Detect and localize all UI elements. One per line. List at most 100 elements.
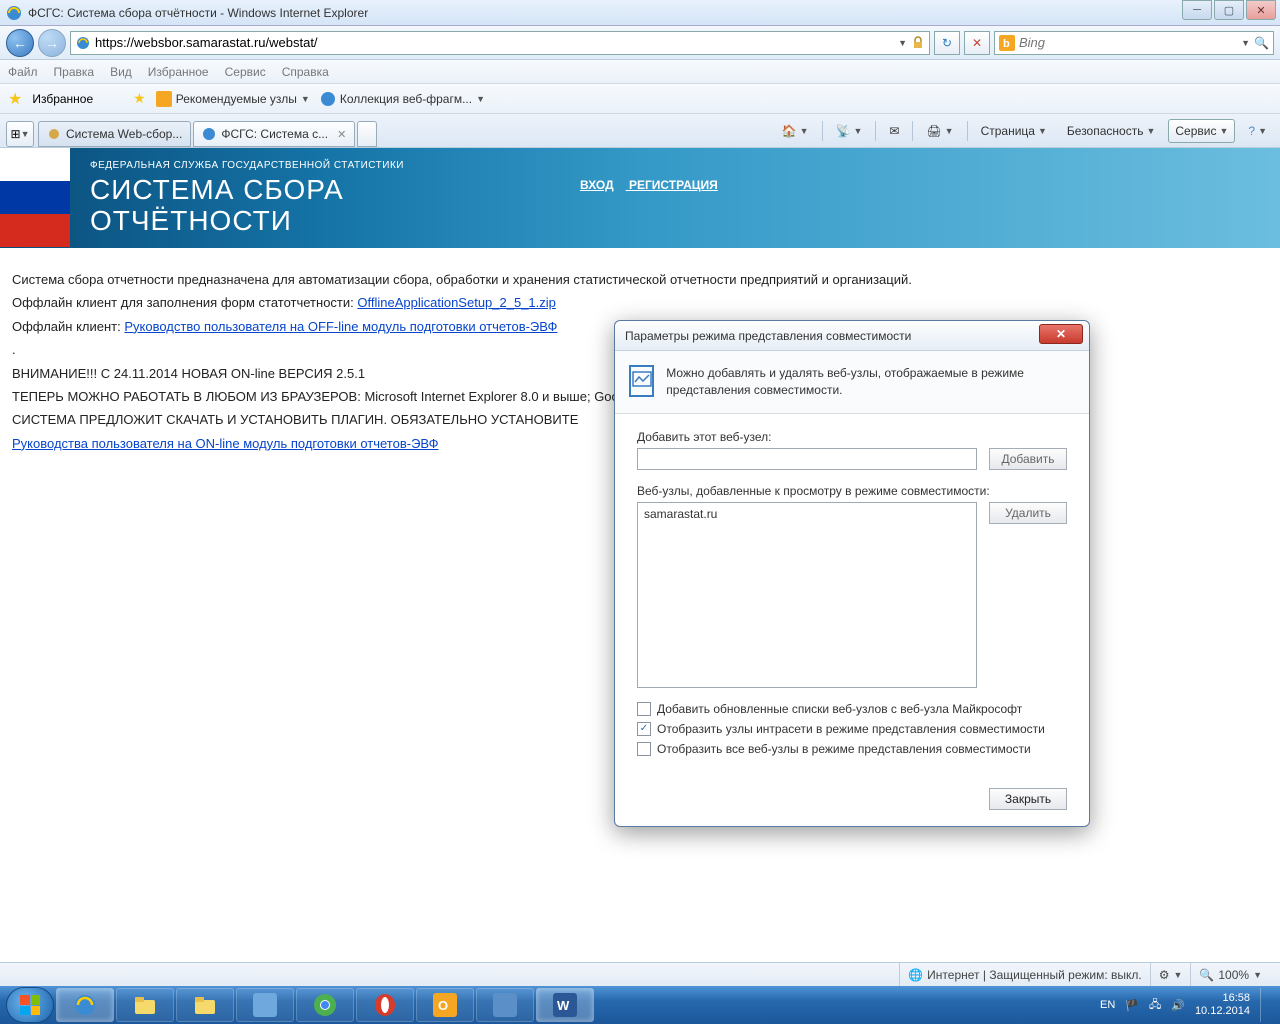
command-bar: 🏠▼ 📡▼ ✉ 🖨▼ Страница▼ Безопасность▼ Серви… [775,119,1274,147]
bing-icon: b [999,35,1015,51]
menu-file[interactable]: Файл [8,65,38,79]
quick-tabs-button[interactable]: ⊞▼ [6,121,34,147]
taskbar-ie[interactable] [56,988,114,1022]
add-button[interactable]: Добавить [989,448,1067,470]
new-tab-button[interactable] [357,121,377,147]
remove-button[interactable]: Удалить [989,502,1067,524]
add-favorite-icon[interactable]: ★ [133,90,146,107]
taskbar-outlook[interactable]: O [416,988,474,1022]
checkbox-2-checked[interactable]: ✓ [637,722,651,736]
forward-button[interactable]: → [38,29,66,57]
taskbar-explorer-2[interactable] [176,988,234,1022]
tab-close-icon[interactable]: ✕ [337,128,346,141]
add-site-label: Добавить этот веб-узел: [637,430,1067,444]
search-bar[interactable]: b ▼ 🔍 [994,31,1274,55]
dialog-titlebar[interactable]: Параметры режима представления совместим… [615,321,1089,351]
ie-favicon [320,91,336,107]
tray-network-icon[interactable]: 🖧 [1149,996,1161,1015]
lang-indicator[interactable]: EN [1100,999,1115,1011]
taskbar: O W EN 🏴 🖧 🔊 16:58 10.12.2014 [0,986,1280,1024]
windows-icon [20,995,40,1015]
zone-status[interactable]: 🌐 Интернет | Защищенный режим: выкл. [899,963,1150,986]
web-fragments[interactable]: Коллекция веб-фрагм... ▼ [320,91,485,107]
favorites-star-icon: ★ [8,89,22,109]
russian-flag-icon [0,148,70,248]
home-button[interactable]: 🏠▼ [775,119,816,143]
search-input[interactable] [1019,35,1237,50]
navigation-bar: ← → ▼ ↻ ✕ b ▼ 🔍 [0,26,1280,60]
back-button[interactable]: ← [6,29,34,57]
tab-favicon [47,127,61,141]
taskbar-app[interactable] [236,988,294,1022]
menu-tools[interactable]: Сервис [225,65,266,79]
dialog-close-button[interactable]: ✕ [1039,324,1083,344]
offline-zip-link[interactable]: OfflineApplicationSetup_2_5_1.zip [357,295,556,310]
offline-guide-link[interactable]: Руководство пользователя на OFF-line мод… [124,319,557,334]
url-dropdown-arrow[interactable]: ▼ [898,38,907,48]
show-desktop-button[interactable] [1260,988,1268,1022]
tray-sound-icon[interactable]: 🔊 [1171,999,1185,1012]
status-bar: 🌐 Интернет | Защищенный режим: выкл. ⚙▼ … [0,962,1280,986]
url-input[interactable] [95,35,894,50]
checkbox-row-1[interactable]: Добавить обновленные списки веб-узлов с … [637,702,1067,716]
stop-button[interactable]: ✕ [964,31,990,55]
banner-title-2: ОТЧЁТНОСТИ [90,206,1280,237]
zoom-control[interactable]: 🔍 100% ▼ [1190,963,1270,986]
sites-listbox[interactable]: samarastat.ru [637,502,977,688]
recommended-sites[interactable]: Рекомендуемые узлы ▼ [156,91,310,107]
search-go-icon[interactable]: 🔍 [1254,36,1269,50]
register-link[interactable]: РЕГИСТРАЦИЯ [629,178,718,192]
dialog-info-text: Можно добавлять и удалять веб-узлы, отоб… [666,365,1075,399]
intro-text: Система сбора отчетности предназначена д… [12,268,1268,291]
menu-view[interactable]: Вид [110,65,132,79]
close-button[interactable]: Закрыть [989,788,1067,810]
search-dropdown[interactable]: ▼ [1241,38,1250,48]
offline-label: Оффлайн клиент для заполнения форм стато… [12,295,357,310]
refresh-button[interactable]: ↻ [934,31,960,55]
checkbox-row-3[interactable]: Отобразить все веб-узлы в режиме предста… [637,742,1067,756]
banner-subtitle: ФЕДЕРАЛЬНАЯ СЛУЖБА ГОСУДАРСТВЕННОЙ СТАТИ… [90,160,1280,171]
site-banner: ФЕДЕРАЛЬНАЯ СЛУЖБА ГОСУДАРСТВЕННОЙ СТАТИ… [0,148,1280,248]
checkbox-1-label: Добавить обновленные списки веб-узлов с … [657,702,1022,716]
login-link[interactable]: ВХОД [580,178,614,192]
checkbox-3[interactable] [637,742,651,756]
taskbar-app-2[interactable] [476,988,534,1022]
taskbar-word[interactable]: W [536,988,594,1022]
address-bar[interactable]: ▼ [70,31,930,55]
feeds-button[interactable]: 📡▼ [829,119,870,143]
tools-menu[interactable]: Сервис▼ [1168,119,1235,143]
favorites-label[interactable]: Избранное [32,92,93,106]
page-menu[interactable]: Страница▼ [974,119,1054,143]
tray-clock[interactable]: 16:58 10.12.2014 [1195,992,1250,1018]
add-site-input[interactable] [637,448,977,470]
offline-client-label: Оффлайн клиент: [12,319,124,334]
menu-help[interactable]: Справка [282,65,329,79]
lock-icon [911,36,925,50]
compatibility-icon [629,365,654,397]
mail-button[interactable]: ✉ [882,119,906,143]
taskbar-explorer[interactable] [116,988,174,1022]
taskbar-opera[interactable] [356,988,414,1022]
window-close-button[interactable]: ✕ [1246,0,1276,20]
tray-flag-icon[interactable]: 🏴 [1125,999,1139,1012]
protected-mode-icon[interactable]: ⚙▼ [1150,963,1191,986]
checkbox-row-2[interactable]: ✓ Отобразить узлы интрасети в режиме пре… [637,722,1067,736]
security-menu[interactable]: Безопасность▼ [1060,119,1162,143]
online-guide-link[interactable]: Руководства пользователя на ON-line моду… [12,436,439,451]
taskbar-chrome[interactable] [296,988,354,1022]
tab-1[interactable]: Система Web-сбор... [38,121,191,147]
list-item[interactable]: samarastat.ru [644,507,970,521]
maximize-button[interactable]: ▢ [1214,0,1244,20]
menu-favorites[interactable]: Избранное [148,65,209,79]
checkbox-1[interactable] [637,702,651,716]
help-button[interactable]: ?▼ [1241,119,1274,143]
start-button[interactable] [6,987,54,1023]
menu-edit[interactable]: Правка [54,65,95,79]
print-button[interactable]: 🖨▼ [919,119,960,143]
svg-text:W: W [557,998,570,1013]
window-title: ФСГС: Система сбора отчётности - Windows… [28,6,1274,20]
tab-2-active[interactable]: ФСГС: Система с... ✕ [193,121,355,147]
list-label: Веб-узлы, добавленные к просмотру в режи… [637,484,1067,498]
minimize-button[interactable]: ─ [1182,0,1212,20]
ie-icon [6,5,22,21]
